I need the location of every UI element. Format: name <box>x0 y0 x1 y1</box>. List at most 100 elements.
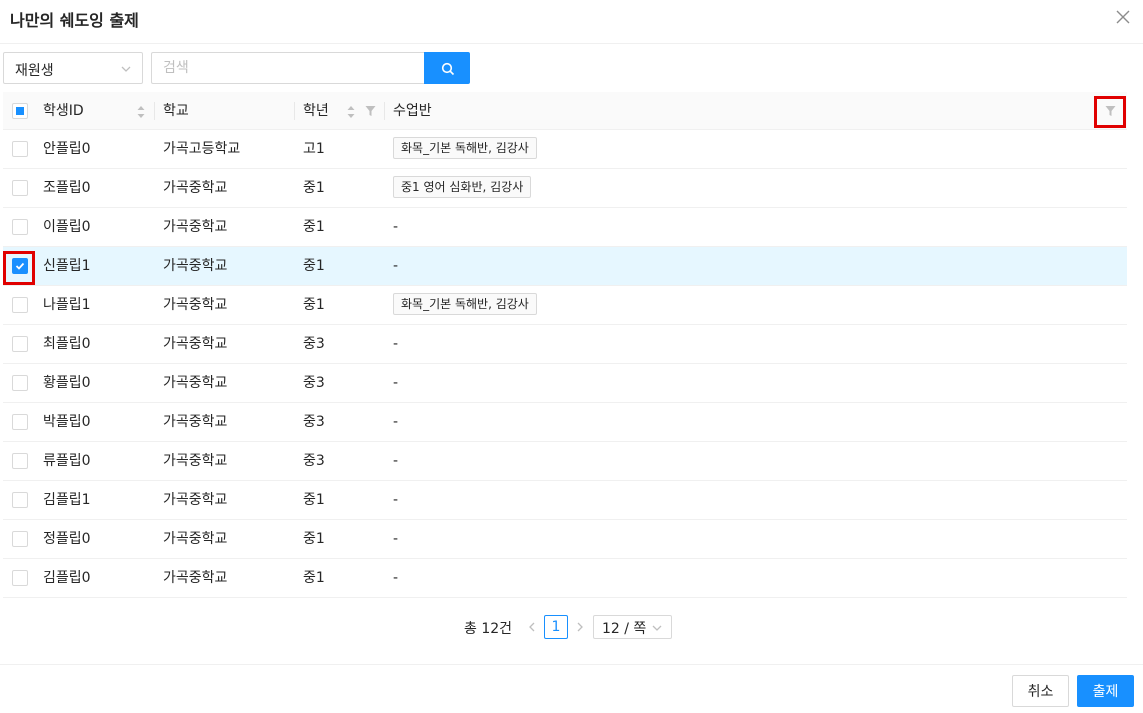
row-checkbox[interactable] <box>12 414 28 430</box>
cell-class: 중1 영어 심화반, 김강사 <box>393 169 532 207</box>
cell-school: 가곡중학교 <box>163 258 228 274</box>
cell-student-id: 박플립0 <box>43 414 91 430</box>
cell-student-id: 김플립0 <box>43 570 91 586</box>
next-page-button[interactable] <box>572 617 588 637</box>
row-checkbox[interactable] <box>12 336 28 352</box>
submit-button[interactable]: 출제 <box>1077 675 1134 707</box>
prev-page-button[interactable] <box>524 617 540 637</box>
cell-student-id: 황플립0 <box>43 375 91 391</box>
chevron-down-icon <box>121 66 131 72</box>
cell-class: - <box>393 208 398 246</box>
close-icon[interactable] <box>1113 7 1133 27</box>
table-row[interactable]: 황플립0 가곡중학교 중3 - <box>3 364 1127 403</box>
class-empty: - <box>393 453 399 469</box>
cell-school: 가곡중학교 <box>163 297 228 313</box>
class-empty: - <box>393 336 399 352</box>
column-divider <box>294 102 295 120</box>
row-checkbox[interactable] <box>12 570 28 586</box>
row-checkbox[interactable] <box>12 258 28 274</box>
sort-icon[interactable] <box>346 105 356 119</box>
cell-class: - <box>393 325 398 363</box>
cell-school: 가곡중학교 <box>163 414 228 430</box>
page-number[interactable]: 1 <box>544 615 568 639</box>
row-checkbox[interactable] <box>12 375 28 391</box>
search-input[interactable] <box>151 52 424 84</box>
class-empty: - <box>393 375 399 391</box>
column-divider <box>154 102 155 120</box>
cell-student-id: 최플립0 <box>43 336 91 352</box>
cell-grade: 중1 <box>303 180 325 196</box>
cell-class: 화목_기본 독해반, 김강사 <box>393 286 537 324</box>
select-all-checkbox[interactable] <box>12 103 28 119</box>
row-checkbox[interactable] <box>12 492 28 508</box>
table-header: 학생ID 학교 학년 수업반 <box>3 92 1127 130</box>
cell-grade: 중1 <box>303 492 325 508</box>
filter-toolbar: 재원생 <box>3 52 473 84</box>
column-header-student-id[interactable]: 학생ID <box>43 92 84 130</box>
table-row[interactable]: 김플립1 가곡중학교 중1 - <box>3 481 1127 520</box>
cell-student-id: 조플립0 <box>43 180 91 196</box>
search-button[interactable] <box>424 52 470 84</box>
cell-class: - <box>393 442 398 480</box>
class-empty: - <box>393 414 399 430</box>
table-row[interactable]: 류플립0 가곡중학교 중3 - <box>3 442 1127 481</box>
chevron-down-icon <box>652 625 662 631</box>
filter-icon[interactable] <box>365 105 376 117</box>
page-size-value: 12 / 쪽 <box>602 621 647 637</box>
cell-class: - <box>393 559 398 597</box>
table-row[interactable]: 정플립0 가곡중학교 중1 - <box>3 520 1127 559</box>
class-empty: - <box>393 258 399 274</box>
table-row[interactable]: 조플립0 가곡중학교 중1 중1 영어 심화반, 김강사 <box>3 169 1127 208</box>
cell-grade: 중3 <box>303 453 325 469</box>
table-row[interactable]: 안플립0 가곡고등학교 고1 화목_기본 독해반, 김강사 <box>3 130 1127 169</box>
row-checkbox[interactable] <box>12 219 28 235</box>
cell-school: 가곡중학교 <box>163 570 228 586</box>
cell-grade: 중1 <box>303 258 325 274</box>
row-checkbox[interactable] <box>12 180 28 196</box>
cell-student-id: 신플립1 <box>43 258 91 274</box>
cell-student-id: 김플립1 <box>43 492 91 508</box>
cancel-button[interactable]: 취소 <box>1012 675 1069 707</box>
cell-grade: 중3 <box>303 414 325 430</box>
cell-school: 가곡고등학교 <box>163 141 241 157</box>
sort-icon[interactable] <box>136 105 146 119</box>
page-size-select[interactable]: 12 / 쪽 <box>593 615 672 639</box>
student-status-value: 재원생 <box>15 63 54 79</box>
table-row[interactable]: 신플립1 가곡중학교 중1 - <box>3 247 1127 286</box>
class-tag: 화목_기본 독해반, 김강사 <box>393 137 537 159</box>
cell-class: - <box>393 247 398 285</box>
cell-grade: 중1 <box>303 297 325 313</box>
table-row[interactable]: 김플립0 가곡중학교 중1 - <box>3 559 1127 598</box>
student-status-select[interactable]: 재원생 <box>3 52 143 84</box>
pagination: 총 12건 1 12 / 쪽 <box>464 615 684 639</box>
class-empty: - <box>393 570 399 586</box>
cell-class: - <box>393 520 398 558</box>
filter-icon[interactable] <box>1105 105 1116 117</box>
row-checkbox[interactable] <box>12 141 28 157</box>
row-checkbox[interactable] <box>12 297 28 313</box>
cell-class: - <box>393 481 398 519</box>
total-count: 총 12건 <box>464 621 513 637</box>
cell-class: - <box>393 364 398 402</box>
cell-school: 가곡중학교 <box>163 336 228 352</box>
row-checkbox[interactable] <box>12 531 28 547</box>
column-header-class: 수업반 <box>393 103 432 119</box>
row-checkbox[interactable] <box>12 453 28 469</box>
column-header-grade[interactable]: 학년 <box>303 92 329 130</box>
cell-grade: 중1 <box>303 531 325 547</box>
table-body: 안플립0 가곡고등학교 고1 화목_기본 독해반, 김강사 조플립0 가곡중학교 중1 중1 … <box>3 130 1127 598</box>
cell-grade: 고1 <box>303 141 325 157</box>
modal-header: 나만의 쉐도잉 출제 <box>0 0 1143 44</box>
modal-title: 나만의 쉐도잉 출제 <box>10 11 139 30</box>
table-row[interactable]: 이플립0 가곡중학교 중1 - <box>3 208 1127 247</box>
cell-grade: 중1 <box>303 219 325 235</box>
cell-student-id: 안플립0 <box>43 141 91 157</box>
cell-school: 가곡중학교 <box>163 492 228 508</box>
table-row[interactable]: 박플립0 가곡중학교 중3 - <box>3 403 1127 442</box>
cell-student-id: 류플립0 <box>43 453 91 469</box>
student-table: 학생ID 학교 학년 수업반 안플립0 가곡고등학교 고1 화목_기본 독해반, 김강… <box>3 92 1127 598</box>
check-icon <box>15 262 25 270</box>
table-row[interactable]: 나플립1 가곡중학교 중1 화목_기본 독해반, 김강사 <box>3 286 1127 325</box>
table-row[interactable]: 최플립0 가곡중학교 중3 - <box>3 325 1127 364</box>
cell-grade: 중3 <box>303 375 325 391</box>
